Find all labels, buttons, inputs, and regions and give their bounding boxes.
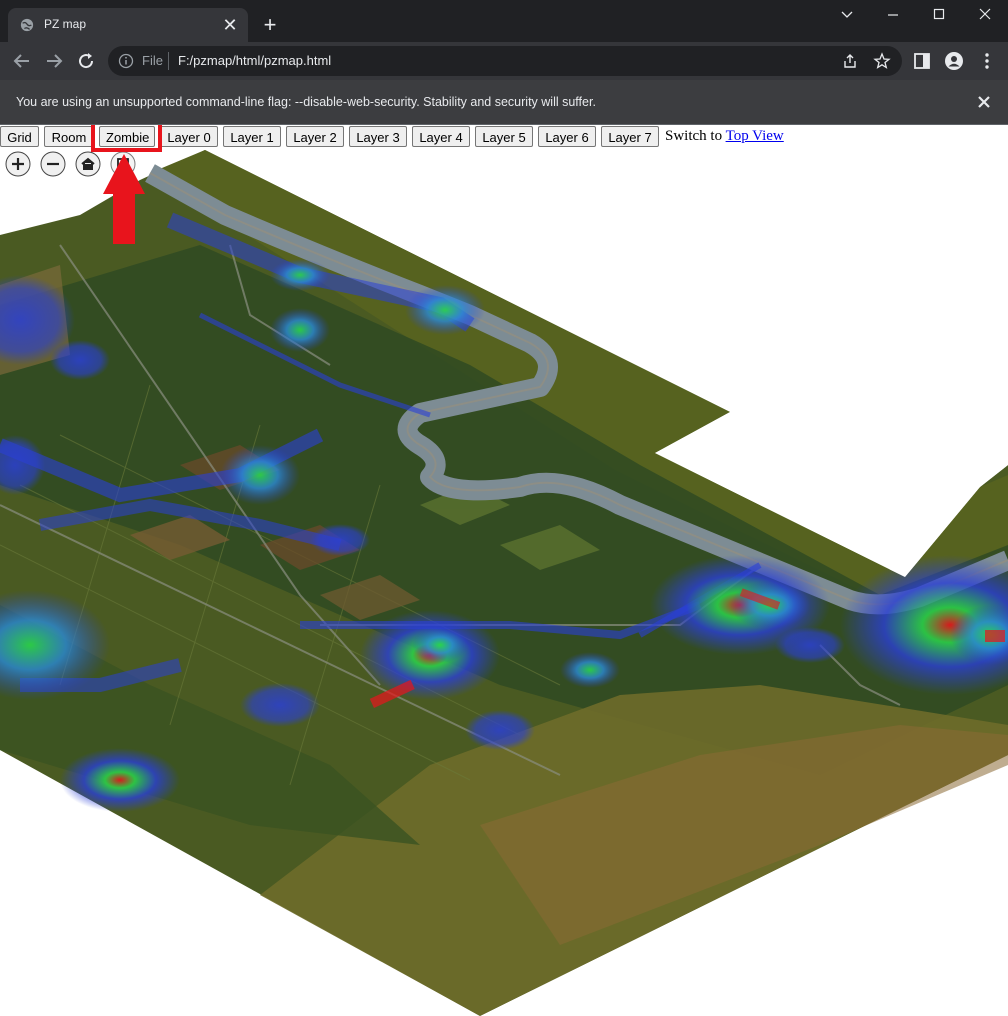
minimize-button[interactable]	[870, 0, 916, 30]
warning-infobar: You are using an unsupported command-lin…	[0, 80, 1008, 125]
tab-strip: PZ map ✕ +	[0, 0, 1008, 42]
window-close-button[interactable]	[962, 0, 1008, 30]
profile-icon[interactable]	[944, 51, 964, 71]
share-icon[interactable]	[841, 52, 859, 70]
isometric-map[interactable]	[0, 125, 1008, 1016]
close-icon[interactable]: ✕	[218, 13, 242, 37]
switch-prefix: Switch to	[665, 128, 723, 144]
forward-icon[interactable]	[42, 49, 66, 73]
maximize-button[interactable]	[916, 0, 962, 30]
reload-icon[interactable]	[74, 49, 98, 73]
url-text[interactable]: F:/pzmap/html/pzmap.html	[178, 53, 331, 68]
top-view-link[interactable]: Top View	[726, 128, 784, 144]
star-icon[interactable]	[873, 52, 891, 70]
layer-3-button[interactable]: Layer 3	[349, 126, 407, 147]
url-scheme-label: File	[142, 53, 163, 68]
layer-2-button[interactable]: Layer 2	[286, 126, 344, 147]
layer-0-button[interactable]: Layer 0	[160, 126, 218, 147]
tab-search-button[interactable]	[824, 0, 870, 30]
sidepanel-icon[interactable]	[912, 51, 932, 71]
info-icon[interactable]	[118, 53, 134, 69]
zombie-button-highlight	[91, 125, 162, 152]
room-button[interactable]: Room	[44, 126, 94, 147]
page-viewport: Grid Room Zombie Layer 0 Layer 1 Layer 2…	[0, 125, 1008, 1016]
layer-5-button[interactable]: Layer 5	[475, 126, 533, 147]
zoom-out-icon[interactable]	[40, 151, 66, 177]
layer-7-button[interactable]: Layer 7	[601, 126, 659, 147]
grid-button[interactable]: Grid	[0, 126, 39, 147]
close-icon[interactable]	[974, 92, 994, 112]
menu-icon[interactable]	[977, 51, 997, 71]
layer-6-button[interactable]: Layer 6	[538, 126, 596, 147]
layer-4-button[interactable]: Layer 4	[412, 126, 470, 147]
layer-1-button[interactable]: Layer 1	[223, 126, 281, 147]
divider	[168, 52, 169, 70]
home-icon[interactable]	[75, 151, 101, 177]
tab-pz-map[interactable]: PZ map ✕	[8, 8, 248, 42]
globe-icon	[20, 18, 34, 32]
tab-title: PZ map	[44, 17, 87, 31]
zoom-in-icon[interactable]	[5, 151, 31, 177]
back-icon[interactable]	[10, 49, 34, 73]
red-arrow-annotation	[103, 154, 145, 244]
infobar-message: You are using an unsupported command-lin…	[16, 95, 596, 109]
view-switch: Switch to Top View	[665, 128, 784, 145]
browser-toolbar: File F:/pzmap/html/pzmap.html	[0, 42, 1008, 80]
address-bar[interactable]: File F:/pzmap/html/pzmap.html	[108, 46, 902, 76]
plus-icon[interactable]: +	[256, 13, 284, 41]
